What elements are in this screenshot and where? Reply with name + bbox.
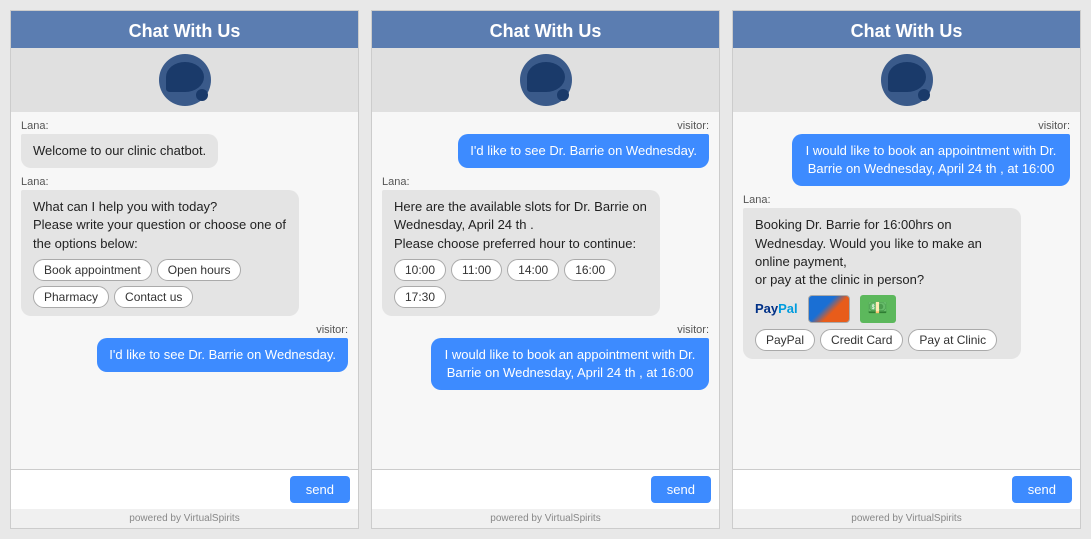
time-slot-1730[interactable]: 17:30 (394, 286, 446, 308)
bubble-lana-slots: Here are the available slots for Dr. Bar… (382, 190, 660, 316)
message-row-lana-help: Lana: What can I help you with today?Ple… (21, 176, 348, 316)
message-row-visitor-3a: visitor: I would like to book an appoint… (743, 120, 1070, 186)
btn-pay-at-clinic[interactable]: Pay at Clinic (908, 329, 997, 351)
sender-lana-slots: Lana: (382, 176, 709, 188)
btn-contact-us[interactable]: Contact us (114, 286, 193, 308)
powered-by-1: powered by VirtualSpirits (11, 509, 358, 528)
chat-header-3: Chat With Us (733, 11, 1080, 48)
chat-input-3[interactable] (741, 482, 1006, 497)
bubble-visitor-3a: I would like to book an appointment with… (792, 134, 1070, 186)
avatar-2 (520, 54, 572, 106)
chat-title-2: Chat With Us (490, 21, 602, 41)
send-button-1[interactable]: send (290, 476, 350, 503)
btn-open-hours[interactable]: Open hours (157, 259, 242, 281)
chat-messages-3: visitor: I would like to book an appoint… (733, 112, 1080, 469)
avatar-bubble-3 (888, 62, 926, 92)
powered-by-3: powered by VirtualSpirits (733, 509, 1080, 528)
chat-input-1[interactable] (19, 482, 284, 497)
message-row-lana-slots: Lana: Here are the available slots for D… (382, 176, 709, 316)
avatar-tail-1 (196, 89, 208, 101)
chat-widget-2: Chat With Us visitor: I'd like to see Dr… (371, 10, 720, 529)
time-slot-buttons: 10:00 11:00 14:00 16:00 17:30 (394, 259, 648, 308)
payment-icons: PayPal 💵 (755, 295, 1009, 323)
btn-paypal[interactable]: PayPal (755, 329, 815, 351)
payment-buttons: PayPal Credit Card Pay at Clinic (755, 329, 1009, 351)
chat-input-area-2: send (372, 469, 719, 509)
sender-lana-payment: Lana: (743, 194, 1070, 206)
time-slot-1000[interactable]: 10:00 (394, 259, 446, 281)
option-buttons: Book appointment Open hours Pharmacy Con… (33, 259, 287, 308)
message-row-visitor-1: visitor: I'd like to see Dr. Barrie on W… (21, 324, 348, 372)
btn-pharmacy[interactable]: Pharmacy (33, 286, 109, 308)
time-slot-1100[interactable]: 11:00 (451, 259, 502, 281)
sender-visitor-2b: visitor: (677, 324, 709, 336)
bubble-lana-payment: Booking Dr. Barrie for 16:00hrs on Wedne… (743, 208, 1021, 359)
chat-header-1: Chat With Us (11, 11, 358, 48)
bubble-visitor-2b: I would like to book an appointment with… (431, 338, 709, 390)
avatar-area-3 (733, 48, 1080, 112)
avatar-bubble-1 (166, 62, 204, 92)
avatar-area-2 (372, 48, 719, 112)
chat-messages-2: visitor: I'd like to see Dr. Barrie on W… (372, 112, 719, 469)
chat-title-3: Chat With Us (851, 21, 963, 41)
sender-visitor-1: visitor: (316, 324, 348, 336)
chat-messages-1: Lana: Welcome to our clinic chatbot. Lan… (11, 112, 358, 469)
chat-title-1: Chat With Us (129, 21, 241, 41)
sender-lana-2: Lana: (21, 176, 348, 188)
avatar-area-1 (11, 48, 358, 112)
message-row-visitor-2a: visitor: I'd like to see Dr. Barrie on W… (382, 120, 709, 168)
message-row-lana-payment: Lana: Booking Dr. Barrie for 16:00hrs on… (743, 194, 1070, 359)
avatar-bubble-2 (527, 62, 565, 92)
btn-credit-card[interactable]: Credit Card (820, 329, 903, 351)
btn-book-appointment[interactable]: Book appointment (33, 259, 152, 281)
sender-visitor-3a: visitor: (1038, 120, 1070, 132)
chat-input-2[interactable] (380, 482, 645, 497)
cash-icon: 💵 (860, 295, 896, 323)
avatar-tail-2 (557, 89, 569, 101)
time-slot-1400[interactable]: 14:00 (507, 259, 559, 281)
powered-by-2: powered by VirtualSpirits (372, 509, 719, 528)
chat-widget-3: Chat With Us visitor: I would like to bo… (732, 10, 1081, 529)
credit-card-icon (808, 295, 850, 323)
bubble-lana-welcome: Welcome to our clinic chatbot. (21, 134, 218, 168)
chat-header-2: Chat With Us (372, 11, 719, 48)
paypal-logo-icon: PayPal (755, 300, 798, 318)
chat-input-area-1: send (11, 469, 358, 509)
avatar-1 (159, 54, 211, 106)
bubble-lana-help: What can I help you with today?Please wr… (21, 190, 299, 316)
message-row-visitor-2b: visitor: I would like to book an appoint… (382, 324, 709, 390)
avatar-3 (881, 54, 933, 106)
message-row-lana-welcome: Lana: Welcome to our clinic chatbot. (21, 120, 348, 168)
send-button-2[interactable]: send (651, 476, 711, 503)
chat-widget-1: Chat With Us Lana: Welcome to our clinic… (10, 10, 359, 529)
chat-input-area-3: send (733, 469, 1080, 509)
send-button-3[interactable]: send (1012, 476, 1072, 503)
avatar-tail-3 (918, 89, 930, 101)
bubble-visitor-2a: I'd like to see Dr. Barrie on Wednesday. (458, 134, 709, 168)
time-slot-1600[interactable]: 16:00 (564, 259, 616, 281)
bubble-visitor-1: I'd like to see Dr. Barrie on Wednesday. (97, 338, 348, 372)
sender-lana-1: Lana: (21, 120, 348, 132)
sender-visitor-2a: visitor: (677, 120, 709, 132)
